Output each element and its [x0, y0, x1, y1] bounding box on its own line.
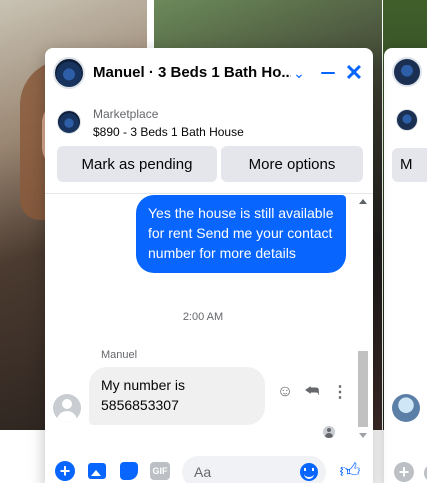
sender-name: Manuel — [101, 349, 138, 361]
plus-icon[interactable]: + — [54, 460, 76, 482]
message-input[interactable]: Aa — [182, 456, 326, 483]
emoji-icon[interactable] — [300, 463, 318, 481]
peek-plus-icon[interactable]: + — [394, 462, 414, 482]
chat-header[interactable]: Manuel · 3 Beds 1 Bath Ho... ⌄ ✕ — [45, 48, 373, 98]
scroll-up-arrow[interactable] — [359, 199, 367, 204]
photo-icon[interactable] — [86, 460, 108, 482]
chat-title[interactable]: Manuel · 3 Beds 1 Bath Ho... — [93, 64, 291, 81]
listing-description[interactable]: $890 - 3 Beds 1 Bath House — [93, 125, 244, 139]
sticker-icon[interactable] — [118, 460, 140, 482]
peek-chat-window[interactable]: M + — [384, 48, 427, 483]
chevron-down-icon[interactable]: ⌄ — [289, 61, 309, 85]
peek-listing-thumb — [396, 109, 418, 131]
scroll-thumb[interactable] — [358, 351, 368, 427]
mark-as-pending-button[interactable]: Mark as pending — [57, 146, 217, 182]
message-composer: + GIF Aa 👍︎ — [45, 451, 373, 483]
like-icon[interactable]: 👍︎ — [339, 460, 361, 482]
close-icon[interactable]: ✕ — [343, 60, 365, 85]
outgoing-message[interactable]: Yes the house is still available for ren… — [136, 195, 346, 273]
listing-thumbnail[interactable] — [57, 110, 81, 134]
contact-avatar[interactable] — [53, 57, 85, 89]
peek-avatar — [392, 57, 422, 87]
message-thread: Yes the house is still available for ren… — [45, 195, 361, 447]
message-input-placeholder: Aa — [194, 464, 212, 480]
listing-label: Marketplace — [93, 107, 159, 121]
peek-button[interactable]: M — [392, 148, 427, 182]
more-icon[interactable]: ⋮ — [330, 382, 350, 402]
message-scrollbar[interactable] — [356, 195, 370, 443]
peek-message-avatar — [392, 394, 420, 422]
scroll-down-arrow[interactable] — [359, 433, 367, 438]
minimize-icon[interactable] — [317, 61, 339, 85]
incoming-message[interactable]: My number is 5856853307 — [89, 367, 265, 425]
chat-window: Manuel · 3 Beds 1 Bath Ho... ⌄ ✕ Marketp… — [45, 48, 373, 483]
reply-icon[interactable]: ⮪ — [302, 382, 322, 402]
message-timestamp: 2:00 AM — [182, 311, 224, 323]
gif-icon[interactable]: GIF — [149, 460, 171, 482]
more-options-button[interactable]: More options — [221, 146, 363, 182]
emoji-reaction-icon[interactable]: ☺ — [275, 382, 295, 402]
sender-avatar[interactable] — [53, 394, 81, 422]
seen-indicator-avatar — [323, 426, 335, 438]
marketplace-listing[interactable]: Marketplace $890 - 3 Beds 1 Bath House M… — [45, 98, 373, 194]
